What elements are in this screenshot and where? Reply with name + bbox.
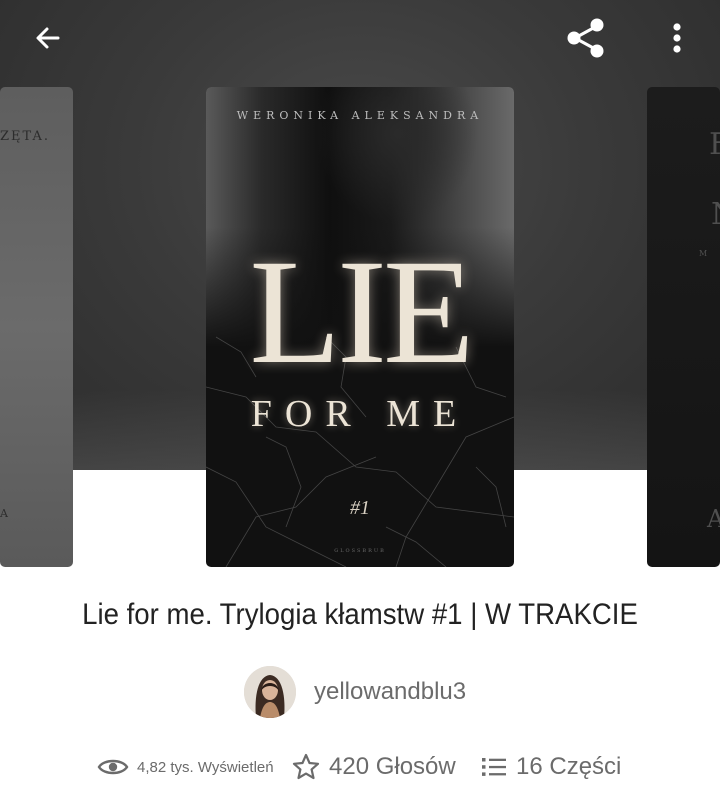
book-cover[interactable]: WERONIKA ALEKSANDRA LIE FOR ME #1 GLOSSB… — [206, 87, 514, 567]
author-link[interactable]: yellowandblu3 — [244, 666, 466, 718]
cover-number: #1 — [350, 497, 370, 519]
more-vertical-icon — [673, 23, 681, 53]
cover-fragment-text: A — [707, 505, 720, 533]
votes-count: 420 Głosów — [329, 753, 456, 780]
more-options-button[interactable] — [651, 12, 703, 64]
share-icon — [567, 18, 604, 58]
avatar-image — [244, 666, 296, 718]
eye-icon — [97, 759, 129, 775]
cover-title: LIE — [249, 229, 474, 395]
book-title: Lie for me. Trylogia kłamstw #1 | W TRAK… — [82, 598, 638, 631]
share-button[interactable] — [560, 12, 612, 64]
cover-fragment-text: F — [709, 127, 720, 162]
cover-publisher: GLOSSBRUB — [334, 548, 386, 554]
cover-fragment-text: A — [0, 507, 10, 520]
views-count: 4,82 tys. Wyświetleń — [137, 758, 274, 776]
cover-subtitle: FOR ME — [250, 393, 470, 435]
story-stats: 4,82 tys. Wyświetleń 420 Głosów 16 Częśc… — [0, 745, 720, 789]
parts-count: 16 Części — [516, 753, 622, 780]
previous-book-cover[interactable]: ZĘTA. A — [0, 87, 73, 567]
next-book-cover[interactable]: F N M A — [647, 87, 720, 567]
parts-stat: 16 Części — [480, 745, 621, 789]
views-stat: 4,82 tys. Wyświetleń — [97, 745, 274, 789]
star-icon — [292, 753, 320, 780]
cover-fragment-text: M — [699, 249, 708, 258]
list-icon — [482, 758, 506, 776]
votes-stat: 420 Głosów — [291, 745, 456, 789]
top-app-bar — [0, 0, 720, 80]
cover-fragment-text: N — [711, 197, 720, 232]
arrow-left-icon — [36, 27, 60, 49]
cover-fragment-text: ZĘTA. — [0, 129, 51, 144]
cover-author: WERONIKA ALEKSANDRA — [236, 109, 484, 122]
author-name[interactable]: yellowandblu3 — [314, 678, 466, 706]
back-button[interactable] — [22, 12, 74, 64]
avatar[interactable] — [244, 666, 296, 718]
